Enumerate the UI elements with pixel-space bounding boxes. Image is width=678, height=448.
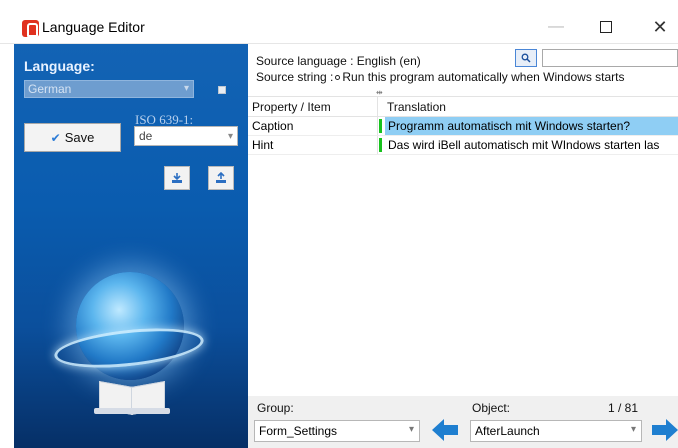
translation-grid: Property / Item Translation Caption Prog…	[248, 96, 678, 396]
column-header-property[interactable]: Property / Item	[252, 100, 331, 114]
object-select[interactable]: AfterLaunch ▾	[470, 420, 642, 442]
book-base-illustration	[94, 408, 170, 414]
minimize-button[interactable]: —	[536, 12, 576, 42]
group-label: Group:	[257, 401, 294, 415]
status-marker	[379, 119, 382, 133]
property-cell: Caption	[252, 119, 294, 133]
app-icon	[22, 20, 39, 37]
chevron-down-icon: ▾	[227, 131, 233, 142]
search-button[interactable]	[515, 49, 537, 67]
right-panel: Source language : English (en) Source st…	[248, 44, 678, 448]
checkmark-icon: ✔	[50, 130, 61, 145]
close-button[interactable]: ✕	[640, 12, 678, 42]
language-select[interactable]: German ▾	[24, 80, 194, 98]
source-string-value: Run this program automatically when Wind…	[342, 70, 625, 84]
column-header-translation[interactable]: Translation	[387, 100, 446, 114]
left-arrow-icon	[432, 419, 458, 441]
source-string-label: Source string :	[256, 70, 334, 84]
previous-object-button[interactable]	[430, 417, 460, 443]
next-object-button[interactable]	[650, 417, 678, 443]
import-button[interactable]	[164, 166, 190, 190]
maximize-icon	[600, 21, 612, 33]
export-icon	[216, 172, 226, 183]
magnifier-icon	[521, 53, 531, 63]
window-title: Language Editor	[42, 19, 145, 35]
group-value: Form_Settings	[259, 424, 338, 438]
status-marker	[379, 138, 382, 152]
table-row[interactable]: Hint Das wird iBell automatisch mit WInd…	[248, 136, 678, 155]
search-input[interactable]	[542, 49, 678, 67]
right-arrow-icon	[652, 419, 678, 441]
language-info-icon[interactable]	[218, 86, 226, 94]
chevron-down-icon: ▾	[183, 83, 189, 94]
group-select[interactable]: Form_Settings ▾	[254, 420, 420, 442]
maximize-button[interactable]	[586, 12, 626, 42]
grid-header: Property / Item Translation	[248, 98, 678, 117]
object-label: Object:	[472, 401, 511, 415]
left-panel: Language: German ▾ ✔ Save ISO 639-1: de …	[14, 44, 248, 448]
language-editor-window: Language Editor — ✕ Language: German ▾ ✔…	[0, 0, 678, 448]
bullet-icon	[335, 74, 341, 80]
iso-code-value: de	[139, 129, 153, 143]
translation-cell[interactable]: Programm automatisch mit Windows starten…	[385, 117, 678, 135]
footer-bar: Group: Object: 1 / 81 Form_Settings ▾ Af…	[248, 396, 678, 448]
chevron-down-icon: ▾	[630, 424, 636, 435]
save-label: Save	[64, 130, 95, 145]
import-icon	[172, 173, 182, 183]
translation-cell[interactable]: Das wird iBell automatisch mit WIndows s…	[385, 136, 678, 154]
save-button[interactable]: ✔ Save	[24, 123, 121, 152]
source-language-text: Source language : English (en)	[256, 54, 421, 68]
table-row[interactable]: Caption Programm automatisch mit Windows…	[248, 117, 678, 136]
iso-code-field[interactable]: de ▾	[134, 126, 238, 146]
language-value: German	[28, 82, 72, 96]
source-string-line: Source string : Run this program automati…	[256, 70, 625, 84]
object-counter: 1 / 81	[608, 401, 639, 415]
property-cell: Hint	[252, 138, 274, 152]
title-bar: Language Editor — ✕	[0, 0, 678, 44]
chevron-down-icon: ▾	[408, 424, 414, 435]
object-value: AfterLaunch	[475, 424, 540, 438]
export-button[interactable]	[208, 166, 234, 190]
language-label: Language:	[24, 58, 95, 74]
